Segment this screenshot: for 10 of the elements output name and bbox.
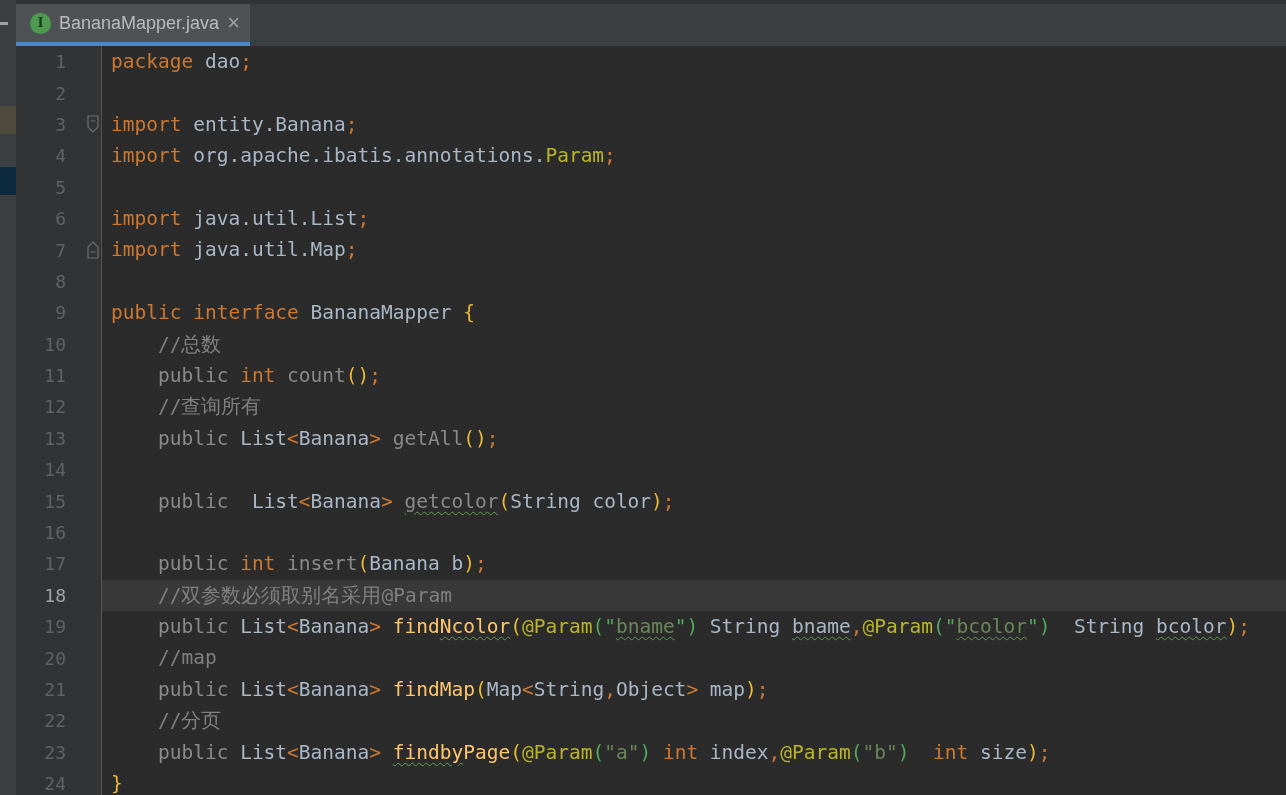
close-icon[interactable]: × [227,12,240,34]
line-number: 18 [44,583,66,608]
panel-row-selection [0,167,16,195]
fold-icon[interactable] [87,115,99,134]
panel-row-highlight [0,106,16,134]
interface-badge-icon: I [30,12,51,34]
tab-label: BananaMapper.java [59,11,220,35]
minus-icon[interactable] [0,21,8,25]
file-tab[interactable]: I BananaMapper.java × [16,4,250,46]
fold-icon[interactable] [87,241,99,260]
